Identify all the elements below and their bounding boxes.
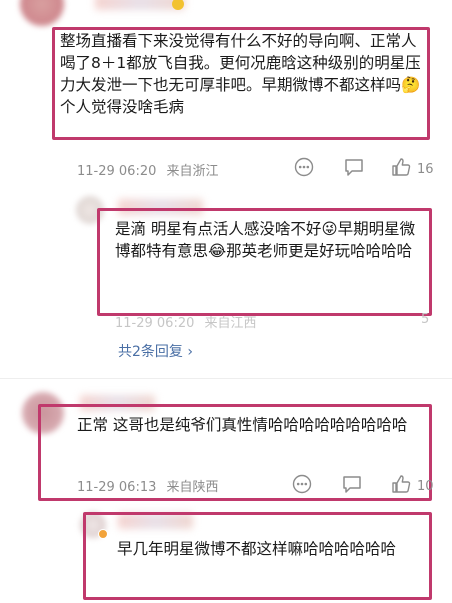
view-replies-link[interactable]: 共2条回复 › [118,341,193,361]
thumbs-up-icon [391,474,411,498]
reply-text: 早几年明星微博不都这样嘛哈哈哈哈哈哈 [117,540,397,558]
like-count: 10 [417,478,434,494]
comment-location: 来自陕西 [166,480,219,495]
comment-time: 11-29 06:13 [77,480,157,495]
comment-location: 来自浙江 [166,164,219,179]
like-button[interactable]: 10 [391,474,434,498]
comment-text: 正常 这哥也是纯爷们真性情哈哈哈哈哈哈哈哈哈 [77,416,408,434]
comment-text: 整场直播看下来没觉得有什么不好的导向啊、正常人喝了8＋1都放飞自我。更何况鹿晗这… [60,32,421,116]
like-count: 16 [417,161,434,177]
comment-icon[interactable] [343,157,365,181]
reply-meta: 11-29 06:20 来自江西 [115,316,257,331]
reply-text: 是滴 明星有点活人感没啥不好😜早期明星微博都特有意思😂那英老师更是好玩哈哈哈哈 [115,220,416,260]
avatar[interactable] [20,0,64,26]
comment-meta: 11-29 06:13 来自陕西 [77,476,219,495]
comment-meta: 11-29 06:20 来自浙江 [77,160,219,179]
divider [0,378,452,379]
more-dots-icon[interactable] [294,157,314,181]
comment-time: 11-29 06:20 [77,164,157,179]
more-dots-icon[interactable] [292,474,312,498]
reply-like-count[interactable]: 5 [421,312,429,327]
like-button[interactable]: 16 [391,157,434,181]
comment-icon[interactable] [341,474,363,498]
thumbs-up-icon [391,157,411,181]
